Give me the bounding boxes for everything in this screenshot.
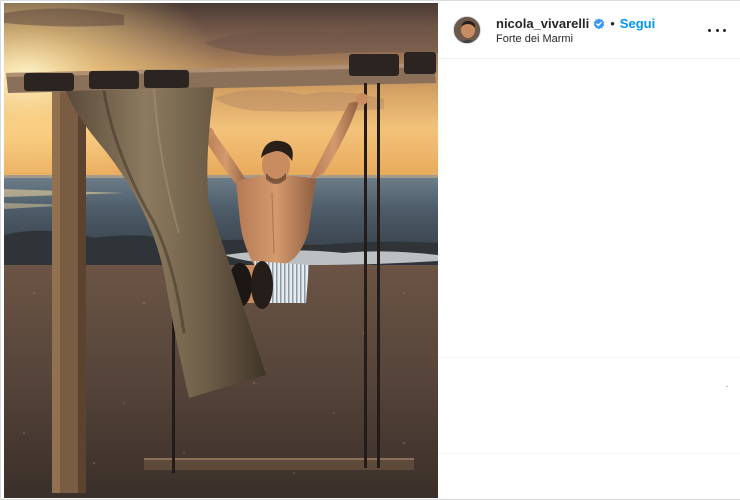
more-dot <box>708 28 711 32</box>
post-side-panel: nicola_vivarelli • Segui Forte dei Marmi <box>438 1 740 499</box>
avatar-image <box>454 17 480 43</box>
more-horizontal-icon[interactable] <box>708 21 726 39</box>
follow-button[interactable]: Segui <box>620 16 655 31</box>
separator-dot: • <box>610 15 615 31</box>
instagram-post: nicola_vivarelli • Segui Forte dei Marmi <box>0 0 740 500</box>
divider <box>438 357 740 358</box>
divider <box>438 453 740 454</box>
artifact-mark <box>726 386 728 387</box>
username-link[interactable]: nicola_vivarelli <box>496 16 589 31</box>
header-top-row: nicola_vivarelli • Segui <box>496 15 655 31</box>
post-header: nicola_vivarelli • Segui Forte dei Marmi <box>438 1 740 59</box>
more-dot <box>723 28 726 32</box>
post-photo[interactable] <box>4 3 438 498</box>
avatar[interactable] <box>453 16 481 44</box>
more-dot <box>715 28 719 32</box>
verified-badge-icon <box>593 17 605 30</box>
beach-workout-image <box>4 3 438 498</box>
location-link[interactable]: Forte dei Marmi <box>496 33 573 45</box>
